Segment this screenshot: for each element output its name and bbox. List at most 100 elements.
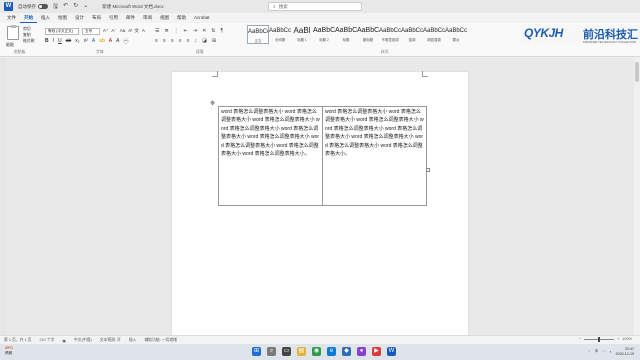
- undo-icon[interactable]: ↶: [63, 2, 68, 12]
- tab-6[interactable]: 引用: [105, 13, 122, 23]
- tab-3[interactable]: 绘图: [54, 13, 71, 23]
- italic-button[interactable]: I: [53, 38, 54, 45]
- sort-icon[interactable]: ⇅: [211, 28, 215, 34]
- char-shading-icon[interactable]: A: [116, 38, 119, 45]
- edge-icon[interactable]: e: [327, 347, 336, 356]
- app-icon-red[interactable]: ▶: [372, 347, 381, 356]
- table-cell-right[interactable]: word 表格怎么调整表格大小 word 表格怎么调整表格大小 word 表格怎…: [322, 106, 427, 206]
- zoom-level[interactable]: 100%: [622, 337, 632, 341]
- tab-11[interactable]: Acrobat: [190, 13, 214, 23]
- show-marks-icon[interactable]: ¶: [221, 28, 224, 34]
- chinese-layout-icon[interactable]: ✕: [202, 28, 206, 34]
- font-color-icon[interactable]: A: [109, 38, 112, 45]
- increase-indent-icon[interactable]: ⇥: [193, 28, 197, 34]
- app-icon-purple[interactable]: ●: [357, 347, 366, 356]
- style-item[interactable]: AaBbCcDd 不明显强调: [379, 25, 401, 44]
- table-resize-handle[interactable]: [426, 168, 430, 172]
- autosave-toggle[interactable]: [38, 4, 48, 9]
- accessibility-status[interactable]: 辅助功能: 一切就绪: [144, 338, 176, 343]
- highlight-icon[interactable]: ab: [99, 38, 105, 45]
- task-view-icon[interactable]: ▭: [282, 347, 291, 356]
- font-name-select[interactable]: 等线 (中文正文): [45, 28, 79, 35]
- distribute-icon[interactable]: ≡: [187, 38, 190, 44]
- clear-format-icon[interactable]: A̸: [128, 28, 131, 34]
- page-count[interactable]: 第 1 页，共 1 页: [4, 338, 31, 343]
- justify-icon[interactable]: ≡: [179, 38, 182, 44]
- redo-icon[interactable]: ↻: [73, 2, 78, 12]
- style-item[interactable]: AaBbC 标题: [335, 25, 357, 44]
- vertical-scrollbar[interactable]: [634, 58, 640, 335]
- style-item[interactable]: AaBbCcDd 强调: [401, 25, 423, 44]
- phonetic-guide-icon[interactable]: 文: [134, 28, 139, 34]
- style-item[interactable]: AaBbCcDd 正文: [247, 25, 269, 44]
- save-icon[interactable]: 🖫: [53, 2, 58, 12]
- table-cell-left[interactable]: word 表格怎么调整表格大小 word 表格怎么调整表格大小 word 表格怎…: [218, 106, 323, 206]
- align-left-icon[interactable]: ≡: [155, 38, 158, 44]
- font-size-select[interactable]: 五号: [82, 28, 100, 35]
- borders-icon[interactable]: ⊞: [212, 38, 216, 44]
- tab-0[interactable]: 文件: [3, 13, 20, 23]
- tab-7[interactable]: 邮件: [122, 13, 139, 23]
- underline-button[interactable]: U: [58, 38, 62, 45]
- align-right-icon[interactable]: ≡: [171, 38, 174, 44]
- strikethrough-button[interactable]: ab: [66, 38, 72, 45]
- paste-button[interactable]: [7, 25, 19, 40]
- proofing-icon[interactable]: ▣: [62, 338, 66, 343]
- word-count[interactable]: 210 个字: [39, 338, 54, 343]
- style-item[interactable]: AaBl 标题 1: [291, 25, 313, 44]
- tab-4[interactable]: 设计: [71, 13, 88, 23]
- tray-chevron-icon[interactable]: ⌃: [588, 350, 591, 354]
- zoom-slider-thumb[interactable]: [598, 336, 601, 342]
- word-taskbar-icon[interactable]: W: [387, 347, 396, 356]
- cut-button[interactable]: 剪切: [23, 27, 31, 32]
- shrink-font-button[interactable]: A⁻: [111, 28, 116, 34]
- style-item[interactable]: AaBbC 副标题: [357, 25, 379, 44]
- document-page[interactable]: ✥ word 表格怎么调整表格大小 word 表格怎么调整表格大小 word 表…: [172, 71, 468, 336]
- zoom-slider[interactable]: [584, 336, 615, 342]
- tab-10[interactable]: 帮助: [173, 13, 190, 23]
- copy-button[interactable]: 复制: [23, 33, 31, 38]
- tab-9[interactable]: 视图: [156, 13, 173, 23]
- volume-icon[interactable]: ◖: [609, 350, 611, 354]
- bold-button[interactable]: B: [45, 38, 49, 45]
- file-explorer-icon[interactable]: ▤: [297, 347, 306, 356]
- line-spacing-icon[interactable]: ↕: [195, 38, 198, 44]
- tab-1[interactable]: 开始: [20, 13, 37, 23]
- text-effects-icon[interactable]: A: [92, 38, 95, 45]
- search-taskbar-icon[interactable]: ⌕: [267, 347, 276, 356]
- zoom-in-button[interactable]: +: [617, 337, 619, 341]
- style-item[interactable]: AaBbCcDd 无间隔: [269, 25, 291, 44]
- enclose-char-icon[interactable]: ㊀: [123, 38, 128, 45]
- bullets-icon[interactable]: ☰: [155, 28, 159, 34]
- style-item[interactable]: AaBbCcDd 明显强调: [423, 25, 445, 44]
- scrollbar-thumb[interactable]: [635, 62, 639, 82]
- superscript-button[interactable]: x²: [84, 38, 88, 45]
- document-table[interactable]: word 表格怎么调整表格大小 word 表格怎么调整表格大小 word 表格怎…: [218, 106, 427, 206]
- grow-font-button[interactable]: A⁺: [103, 28, 108, 34]
- style-item[interactable]: AaBbC 标题 2: [313, 25, 335, 44]
- tab-8[interactable]: 审阅: [139, 13, 156, 23]
- tab-5[interactable]: 布局: [88, 13, 105, 23]
- search-input[interactable]: ⌕ 搜索: [268, 2, 362, 11]
- decrease-indent-icon[interactable]: ⇤: [184, 28, 188, 34]
- style-item[interactable]: AaBbCcDd 要点: [445, 25, 467, 44]
- chrome-icon[interactable]: ◉: [312, 347, 321, 356]
- change-case-button[interactable]: Aa: [120, 28, 126, 34]
- wifi-icon[interactable]: ◠: [602, 350, 605, 354]
- numbering-icon[interactable]: ≣: [164, 28, 168, 34]
- clock[interactable]: 20:47 2024-12-19: [616, 347, 634, 356]
- tab-2[interactable]: 插入: [37, 13, 54, 23]
- start-icon[interactable]: ⊞: [252, 347, 261, 356]
- text-predictions[interactable]: 文本预测: 开: [100, 338, 121, 343]
- align-center-icon[interactable]: ≡: [163, 38, 166, 44]
- app-icon-blue[interactable]: ◆: [342, 347, 351, 356]
- shading-icon[interactable]: ◪: [202, 38, 207, 44]
- customize-chevron-icon[interactable]: ⌄: [83, 2, 88, 12]
- multilevel-list-icon[interactable]: ⋮: [174, 28, 179, 34]
- char-border-icon[interactable]: A: [142, 28, 145, 34]
- subscript-button[interactable]: x₂: [75, 38, 79, 45]
- insert-mode[interactable]: 插入: [129, 338, 137, 343]
- language-indicator[interactable]: 中文(中国): [74, 338, 92, 343]
- zoom-out-button[interactable]: −: [579, 337, 581, 341]
- format-painter-button[interactable]: 格式刷: [23, 39, 34, 44]
